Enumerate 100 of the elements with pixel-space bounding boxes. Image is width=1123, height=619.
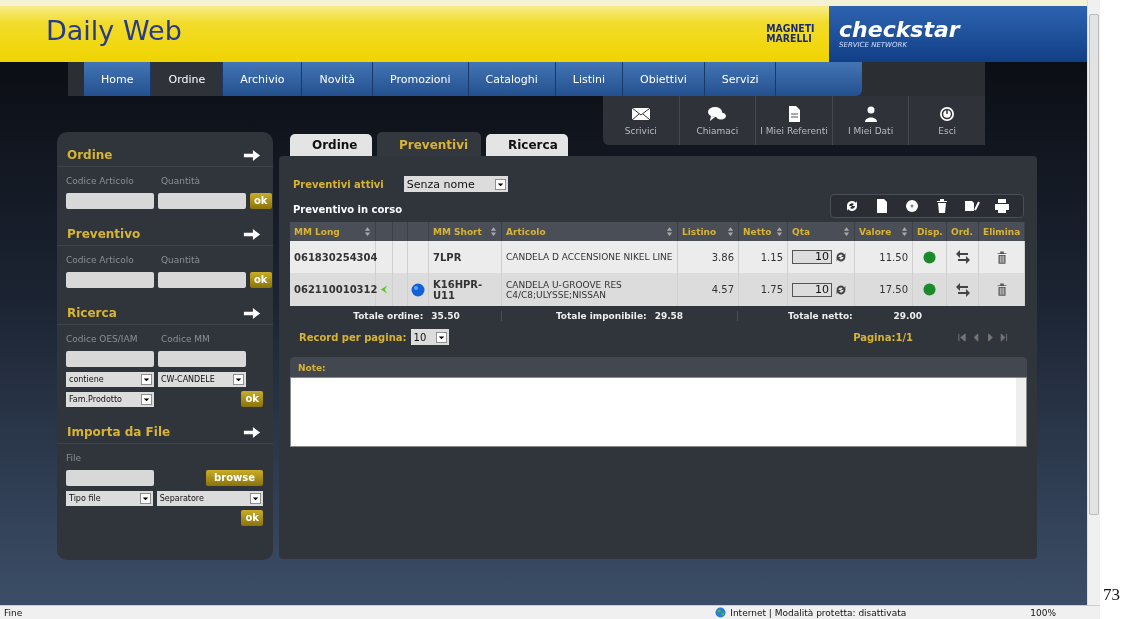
caret-icon	[494, 178, 506, 190]
total-label: Totale netto:	[788, 311, 853, 321]
total-value: 35.50	[431, 311, 460, 321]
section-title: Importa da File	[67, 425, 171, 439]
sort-icon[interactable]	[364, 227, 371, 236]
swap-arrows-icon[interactable]	[954, 281, 971, 298]
total-value: 29.58	[654, 311, 684, 321]
tab[interactable]: Preventivi	[377, 132, 481, 156]
field-label: Codice Articolo	[66, 176, 135, 186]
column-header[interactable]: Elimina	[983, 226, 1021, 237]
column-header[interactable]: MM Long	[294, 226, 340, 237]
quantity-field[interactable]: 10	[792, 250, 832, 264]
sort-icon[interactable]	[843, 227, 850, 236]
field-label: Codice OES/IAM	[66, 334, 139, 344]
chat-icon	[707, 105, 728, 122]
dropdown[interactable]: Separatore	[156, 490, 263, 506]
input-field[interactable]	[158, 272, 246, 288]
quick-link-label: I Miei Dati	[848, 125, 894, 136]
sort-icon[interactable]	[776, 227, 783, 236]
sort-icon[interactable]	[490, 227, 497, 236]
column-header[interactable]: Listino	[682, 226, 717, 237]
column-header[interactable]: Qta	[792, 226, 811, 237]
input-field[interactable]	[66, 272, 154, 288]
input-field[interactable]	[66, 193, 154, 209]
swap-arrows-icon[interactable]	[954, 249, 971, 265]
arrow-right-icon[interactable]	[243, 426, 261, 438]
nav-item[interactable]: Listini	[555, 62, 624, 96]
nav-item[interactable]: Home	[84, 62, 152, 96]
quantity-field[interactable]: 10	[792, 282, 832, 297]
input-field[interactable]	[158, 193, 246, 209]
caret-icon	[233, 373, 244, 385]
column-header[interactable]: Netto	[743, 226, 772, 237]
section-title: Ordine	[67, 148, 113, 162]
info-dot-icon	[411, 282, 425, 297]
nav-item[interactable]: Archivio	[223, 62, 303, 96]
caret-icon	[435, 331, 447, 343]
refresh-icon[interactable]	[834, 250, 848, 264]
nav-item[interactable]: Servizi	[704, 62, 777, 96]
section-title: Preventivo	[67, 227, 141, 241]
quick-link[interactable]: Scrivici	[603, 96, 680, 145]
dropdown[interactable]: Fam.Prodotto	[66, 391, 154, 407]
status-text: Fine	[4, 607, 23, 618]
quick-link[interactable]: I Miei Dati	[832, 96, 910, 145]
note-label: Note:	[297, 362, 327, 375]
arrow-left-icon	[380, 284, 388, 295]
nav-item[interactable]: Cataloghi	[468, 62, 556, 96]
quick-link[interactable]: Chiamaci	[679, 96, 757, 145]
dropdown[interactable]: 10	[410, 329, 449, 345]
column-header[interactable]: Articolo	[506, 226, 546, 237]
nav-item[interactable]: Ordine	[151, 62, 224, 96]
globe-icon	[715, 607, 727, 618]
records-per-page-label: Record per pagina:	[299, 331, 407, 343]
note-field[interactable]	[290, 377, 1027, 447]
total-label: Totale ordine:	[353, 311, 424, 321]
active-quotes-label: Preventivi attivi	[293, 178, 384, 190]
nav-item[interactable]: Obiettivi	[623, 62, 705, 96]
caret-icon	[250, 492, 261, 504]
zoom-level[interactable]: 100%	[1030, 607, 1056, 618]
column-header[interactable]: Disp.	[917, 226, 943, 237]
page-number: 73	[1103, 585, 1120, 605]
quick-link[interactable]: Esci	[909, 96, 985, 145]
scrollbar[interactable]	[1087, 0, 1100, 605]
arrow-right-icon[interactable]	[243, 228, 261, 240]
security-zone: Internet | Modalità protetta: disattivata	[730, 607, 907, 618]
dropdown[interactable]: contiene	[66, 371, 154, 387]
nav-item[interactable]: Novità	[302, 62, 373, 96]
tab[interactable]: Ordine	[290, 134, 372, 156]
quick-link-label: Chiamaci	[696, 125, 739, 136]
caret-icon	[141, 393, 152, 405]
column-header[interactable]: Valore	[859, 226, 892, 237]
sort-icon[interactable]	[727, 227, 734, 236]
nav-item[interactable]: Promozioni	[373, 62, 469, 96]
section-title: Ricerca	[67, 306, 117, 320]
arrow-right-icon[interactable]	[243, 307, 261, 319]
field-label: Quantità	[161, 255, 202, 265]
mail-icon	[630, 105, 651, 122]
caret-icon	[141, 373, 152, 385]
total-value: 29.00	[893, 311, 922, 321]
quick-link[interactable]: I Miei Referenti	[756, 96, 833, 145]
sort-icon[interactable]	[901, 227, 908, 236]
quick-link-label: Scrivici	[624, 125, 657, 136]
dropdown[interactable]: Tipo file	[66, 490, 153, 506]
arrow-right-icon[interactable]	[243, 149, 261, 161]
caret-icon	[139, 492, 151, 504]
total-label: Totale imponibile:	[555, 311, 647, 321]
column-header[interactable]: Ord.	[951, 226, 973, 237]
dropdown[interactable]: Senza nome	[403, 176, 508, 192]
tab[interactable]: Ricerca	[486, 134, 568, 156]
sort-icon[interactable]	[666, 227, 673, 236]
input-field[interactable]	[158, 351, 246, 367]
file-field[interactable]	[66, 470, 154, 486]
field-label: Quantità	[161, 176, 202, 186]
input-field[interactable]	[66, 351, 154, 367]
field-label: Codice MM	[161, 334, 211, 344]
field-label: File	[66, 453, 83, 463]
section-title: Preventivo in corso	[293, 204, 403, 215]
brand-logo: MAGNETI MARELLI	[766, 24, 815, 44]
page-indicator: Pagina:1/1	[853, 331, 913, 343]
dropdown[interactable]: CW-CANDELE	[158, 371, 246, 387]
column-header[interactable]: MM Short	[433, 226, 482, 237]
